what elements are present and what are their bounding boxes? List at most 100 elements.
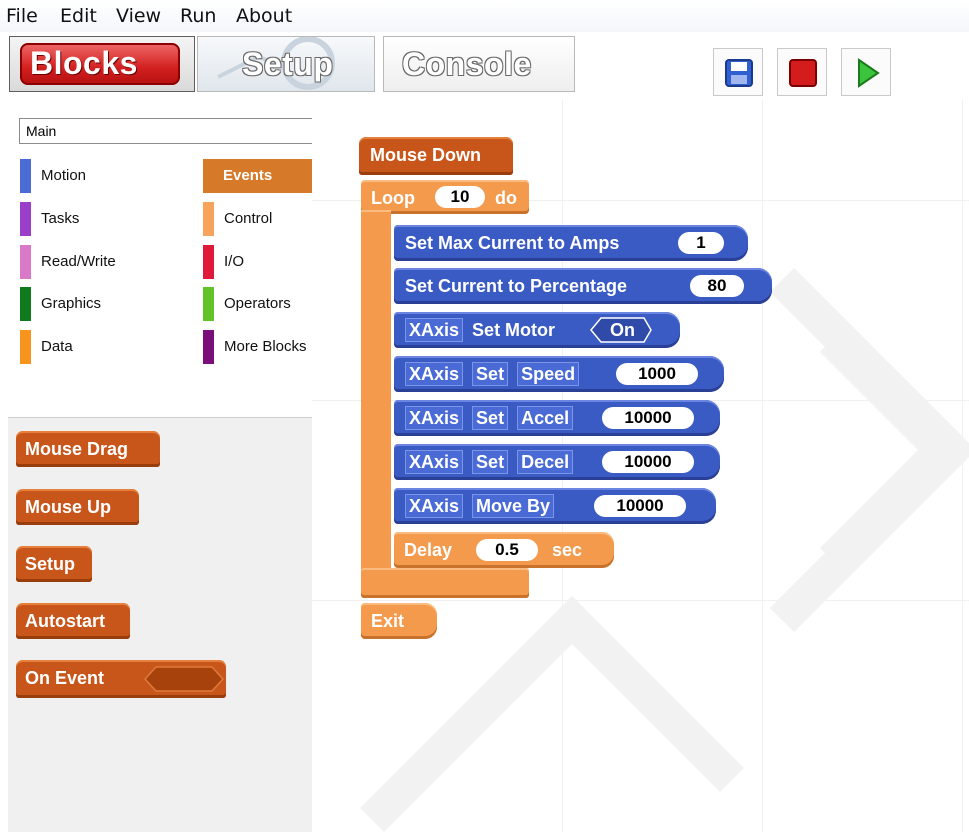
block-set-current-percentage[interactable]: Set Current to Percentage 80: [394, 268, 772, 304]
category-more-blocks[interactable]: More Blocks: [203, 330, 311, 364]
block-label: Set Max Current to Amps: [405, 233, 620, 253]
accel-input[interactable]: 10000: [602, 407, 694, 429]
delay-input[interactable]: 0.5: [476, 539, 538, 561]
run-button[interactable]: [841, 48, 891, 96]
category-control[interactable]: Control: [203, 202, 311, 236]
sprite-select[interactable]: Main: [19, 118, 319, 144]
axis-label[interactable]: XAxis: [405, 406, 464, 430]
block-loop[interactable]: Loop 10 do: [361, 180, 529, 214]
stop-icon: [789, 59, 817, 87]
category-color-bar: [203, 330, 214, 364]
block-set-accel[interactable]: XAxis Set Accel 10000: [394, 400, 720, 436]
axis-label[interactable]: XAxis: [405, 362, 464, 386]
category-color-bar: [203, 287, 214, 321]
category-label: Data: [41, 338, 73, 355]
current-percentage-input[interactable]: 80: [690, 275, 744, 297]
set-label: Set: [472, 362, 509, 386]
tab-blocks[interactable]: Blocks: [9, 36, 195, 92]
palette-block-mouse-up[interactable]: Mouse Up: [16, 489, 139, 525]
category-label: Motion: [41, 167, 87, 184]
category-color-bar: [20, 202, 31, 236]
set-label: Set: [472, 450, 509, 474]
set-label: Set: [472, 406, 509, 430]
category-color-bar: [20, 159, 31, 193]
param-label: Move By: [472, 494, 555, 518]
category-operators[interactable]: Operators: [203, 287, 311, 321]
category-label: Events: [223, 167, 273, 184]
loop-count-input[interactable]: 10: [435, 186, 485, 208]
category-label: Operators: [224, 295, 291, 312]
axis-label[interactable]: XAxis: [405, 318, 464, 342]
max-current-input[interactable]: 1: [678, 232, 724, 254]
loop-arm: [361, 210, 391, 590]
block-label: Delay: [404, 540, 453, 560]
category-io[interactable]: I/O: [203, 245, 311, 279]
menu-bar: File Edit View Run About: [0, 0, 969, 32]
palette-block-mouse-drag[interactable]: Mouse Drag: [16, 431, 160, 467]
block-set-max-current[interactable]: Set Max Current to Amps 1: [394, 225, 748, 261]
block-move-by[interactable]: XAxis Move By 10000: [394, 488, 716, 524]
tab-blocks-label: Blocks: [30, 45, 138, 81]
category-color-bar: [20, 330, 31, 364]
block-set-motor[interactable]: XAxis Set Motor On: [394, 312, 680, 348]
axis-label[interactable]: XAxis: [405, 494, 464, 518]
category-color-bar: [20, 287, 31, 321]
block-label: Exit: [371, 611, 405, 631]
block-mouse-down[interactable]: Mouse Down: [359, 137, 513, 175]
category-color-bar: [20, 245, 31, 279]
delay-unit-label: sec: [552, 540, 583, 560]
save-icon: [725, 59, 753, 87]
move-by-input[interactable]: 10000: [594, 495, 686, 517]
decel-input[interactable]: 10000: [602, 451, 694, 473]
menu-about[interactable]: About: [236, 5, 292, 27]
motor-state-value: On: [610, 320, 635, 340]
block-set-decel[interactable]: XAxis Set Decel 10000: [394, 444, 720, 480]
param-label[interactable]: Speed: [517, 362, 580, 386]
menu-file[interactable]: File: [6, 5, 38, 27]
block-label: Mouse Down: [370, 145, 481, 165]
category-tasks[interactable]: Tasks: [20, 202, 190, 236]
block-label: Autostart: [25, 611, 105, 631]
category-data[interactable]: Data: [20, 330, 190, 364]
category-label: Graphics: [41, 295, 102, 312]
param-label[interactable]: Decel: [517, 450, 574, 474]
play-icon: [858, 58, 880, 88]
tab-setup[interactable]: Setup: [197, 36, 375, 92]
category-graphics[interactable]: Graphics: [20, 287, 190, 321]
loop-label: Loop: [371, 188, 415, 208]
category-label: Control: [224, 210, 273, 227]
block-label: Set Current to Percentage: [405, 276, 628, 296]
block-label: On Event: [25, 668, 105, 688]
category-read-write[interactable]: Read/Write: [20, 245, 190, 279]
loop-do-label: do: [495, 188, 517, 208]
category-label: More Blocks: [224, 338, 307, 355]
loop-footer: [361, 568, 529, 598]
param-label[interactable]: Accel: [517, 406, 574, 430]
speed-input[interactable]: 1000: [616, 363, 698, 385]
menu-run[interactable]: Run: [180, 5, 216, 27]
category-events[interactable]: Events: [203, 159, 313, 193]
block-set-speed[interactable]: XAxis Set Speed 1000: [394, 356, 724, 392]
menu-edit[interactable]: Edit: [60, 5, 97, 27]
palette-block-on-event[interactable]: On Event: [16, 660, 226, 698]
axis-label[interactable]: XAxis: [405, 450, 464, 474]
tab-setup-label: Setup: [242, 46, 334, 82]
event-slot[interactable]: [144, 666, 224, 692]
block-label: Mouse Drag: [25, 439, 129, 459]
category-label: Tasks: [41, 210, 80, 227]
category-color-bar: [203, 202, 214, 236]
category-label: I/O: [224, 253, 245, 270]
tab-console-label: Console: [402, 46, 532, 82]
menu-view[interactable]: View: [116, 5, 161, 27]
palette-block-autostart[interactable]: Autostart: [16, 603, 130, 639]
category-label: Read/Write: [41, 253, 116, 270]
stop-button[interactable]: [777, 48, 827, 96]
save-button[interactable]: [713, 48, 763, 96]
block-delay[interactable]: Delay 0.5 sec: [394, 532, 614, 568]
palette-block-setup[interactable]: Setup: [16, 546, 92, 582]
category-motion[interactable]: Motion: [20, 159, 190, 193]
block-label: Set Motor: [472, 320, 556, 340]
tab-console[interactable]: Console: [383, 36, 575, 92]
block-exit[interactable]: Exit: [361, 603, 437, 639]
category-color-bar: [203, 245, 214, 279]
